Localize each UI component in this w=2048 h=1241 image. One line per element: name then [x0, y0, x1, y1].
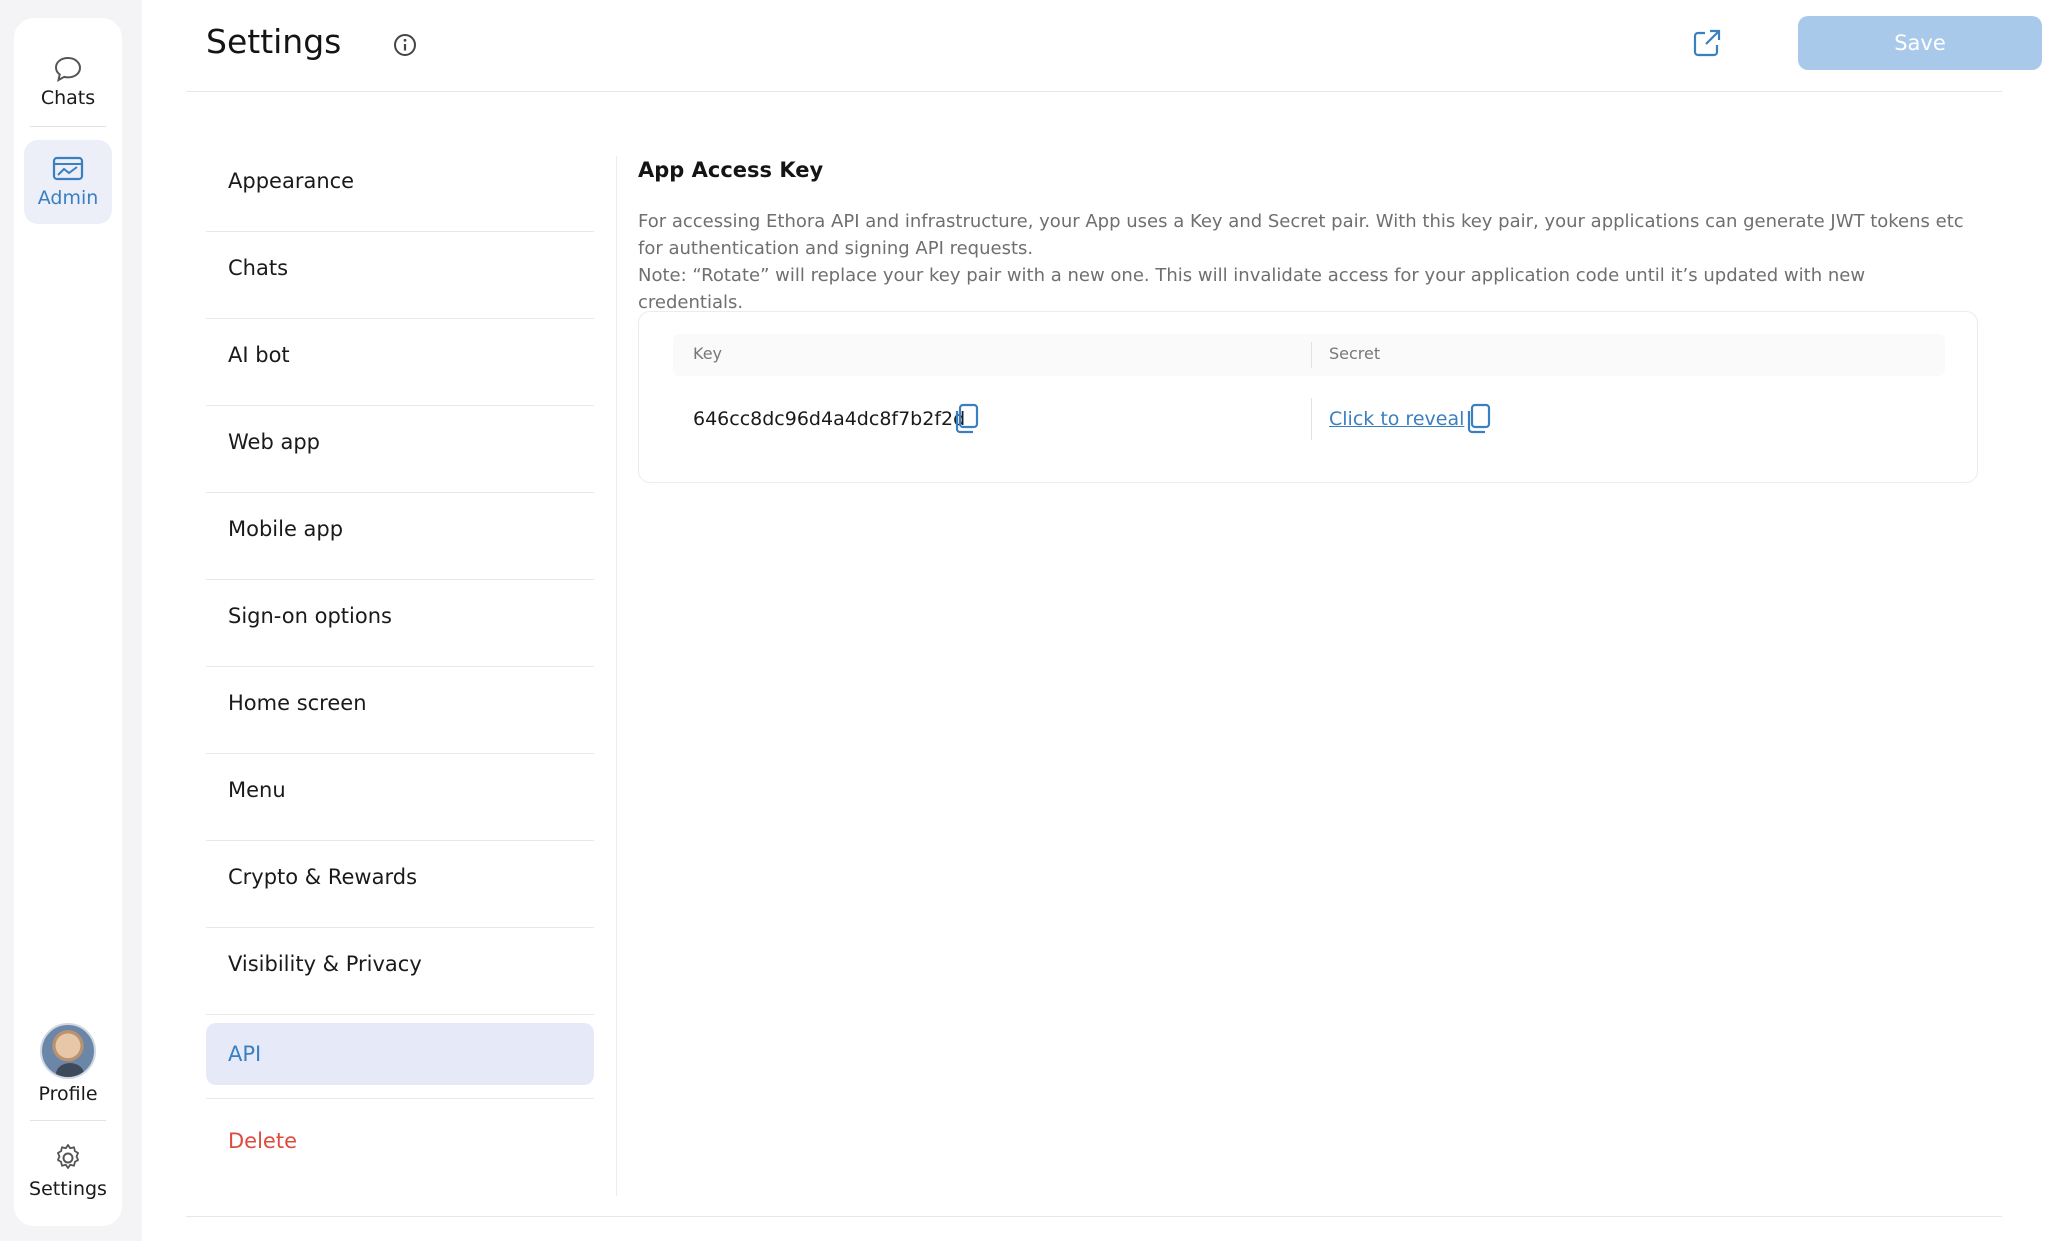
page-header: Settings Save: [186, 0, 2042, 92]
nav-item-api[interactable]: API: [206, 1023, 594, 1085]
nav-label: API: [228, 1042, 262, 1066]
nav-label: Menu: [228, 778, 286, 802]
rail-label-profile: Profile: [38, 1083, 98, 1105]
rail-label-settings: Settings: [29, 1178, 107, 1200]
copy-key-icon[interactable]: [951, 402, 981, 436]
key-value: 646cc8dc96d4a4dc8f7b2f2d: [693, 408, 966, 430]
section-title: App Access Key: [638, 158, 824, 182]
rail-label-chats: Chats: [40, 87, 96, 109]
key-card: Key Secret 646cc8dc96d4a4dc8f7b2f2d Clic…: [638, 311, 1978, 483]
nav-item-delete[interactable]: Delete: [206, 1110, 594, 1172]
nav-divider: [206, 927, 594, 928]
rail-item-chats[interactable]: Chats: [24, 44, 112, 120]
nav-item-crypto-rewards[interactable]: Crypto & Rewards: [206, 846, 594, 908]
nav-item-home-screen[interactable]: Home screen: [206, 672, 594, 734]
nav-divider: [206, 840, 594, 841]
nav-item-web-app[interactable]: Web app: [206, 411, 594, 473]
nav-divider: [206, 231, 594, 232]
nav-divider: [206, 666, 594, 667]
rail-item-settings[interactable]: Settings: [24, 1142, 112, 1222]
nav-divider: [206, 492, 594, 493]
nav-label: Delete: [228, 1129, 297, 1153]
api-content: App Access Key For accessing Ethora API …: [638, 158, 1978, 483]
nav-label: Visibility & Privacy: [228, 952, 422, 976]
nav-item-sign-on-options[interactable]: Sign-on options: [206, 585, 594, 647]
nav-label: Sign-on options: [228, 604, 392, 628]
save-button[interactable]: Save: [1798, 16, 2042, 70]
nav-divider: [206, 579, 594, 580]
chat-bubble-icon: [54, 56, 82, 82]
info-icon[interactable]: [392, 32, 418, 58]
reveal-secret-link[interactable]: Click to reveal: [1329, 408, 1464, 430]
description-line-2: Note: “Rotate” will replace your key pai…: [638, 265, 1866, 313]
gear-icon: [57, 1144, 79, 1169]
nav-item-visibility-privacy[interactable]: Visibility & Privacy: [206, 933, 594, 995]
nav-divider: [206, 405, 594, 406]
avatar: [40, 1023, 96, 1079]
row-column-divider: [1311, 398, 1312, 440]
section-description: For accessing Ethora API and infrastruct…: [638, 208, 1968, 316]
nav-label: Mobile app: [228, 517, 344, 541]
nav-item-mobile-app[interactable]: Mobile app: [206, 498, 594, 560]
rail-item-profile[interactable]: Profile: [24, 1023, 112, 1123]
nav-divider: [206, 318, 594, 319]
rail-label-admin: Admin: [37, 187, 99, 209]
nav-divider: [206, 1014, 594, 1015]
nav-label: Crypto & Rewards: [228, 865, 418, 889]
nav-divider: [206, 753, 594, 754]
nav-item-chats[interactable]: Chats: [206, 237, 594, 299]
column-header-key: Key: [693, 344, 723, 363]
description-line-1: For accessing Ethora API and infrastruct…: [638, 211, 1964, 259]
nav-vertical-divider: [616, 156, 617, 1196]
nav-label: Chats: [228, 256, 289, 280]
footer-divider: [186, 1216, 2002, 1217]
rail-divider: [30, 126, 106, 127]
nav-label: Home screen: [228, 691, 367, 715]
copy-secret-icon[interactable]: [1463, 402, 1493, 436]
rail-item-admin[interactable]: Admin: [24, 140, 112, 224]
app-rail: Chats Admin Profile Settings: [14, 18, 122, 1226]
nav-item-menu[interactable]: Menu: [206, 759, 594, 821]
admin-dashboard-icon: [52, 156, 84, 181]
nav-divider: [206, 1098, 594, 1099]
nav-item-appearance[interactable]: Appearance: [206, 150, 594, 212]
column-header-secret: Secret: [1329, 344, 1381, 363]
rail-divider-bottom: [30, 1120, 106, 1121]
column-divider: [1311, 342, 1312, 368]
page-title: Settings: [206, 22, 342, 61]
nav-label: AI bot: [228, 343, 290, 367]
nav-label: Web app: [228, 430, 320, 454]
external-link-icon[interactable]: [1690, 26, 1724, 60]
key-table-header: Key Secret: [673, 334, 1945, 376]
nav-item-ai-bot[interactable]: AI bot: [206, 324, 594, 386]
nav-label: Appearance: [228, 169, 355, 193]
main-panel: Settings Save Appearance Chats AI bot We…: [142, 0, 2048, 1241]
